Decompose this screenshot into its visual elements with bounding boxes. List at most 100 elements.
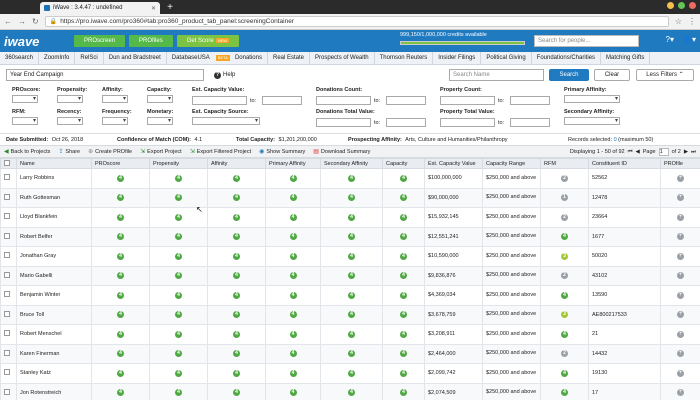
add-profile-icon[interactable]: + [677,330,684,338]
url-field[interactable]: 🔒 https://pro.iwave.com/pro360#tab:pro36… [44,16,669,27]
add-profile-icon[interactable]: + [677,369,684,377]
frequency-select[interactable] [102,117,128,125]
name-cell[interactable]: Bruce Toll [16,304,92,325]
capacity-select[interactable] [147,95,173,103]
page-input[interactable]: 1 [658,148,669,156]
nav-tab-foundations-charities[interactable]: Foundations/Charities [532,51,602,65]
property-total-to-input[interactable] [510,118,550,127]
show-summary-button[interactable]: ◉ Show Summary [259,148,305,156]
download-summary-button[interactable]: ▤ Download Summary [313,148,370,156]
propensity-select[interactable] [57,95,83,103]
affinity-select[interactable] [102,95,128,103]
est-capacity-to-input[interactable] [262,96,302,105]
table-row[interactable]: Jonathan Gray 4 4 4 4 4 4 $10,590,000 $250,000 a… [0,246,700,267]
browser-tab[interactable]: iWave : 3.4.47 : undefined ✕ [40,2,160,14]
nav-tab-360search[interactable]: 360search [0,51,40,65]
donations-count-from-input[interactable] [316,96,371,105]
select-all-checkbox[interactable] [4,159,10,166]
name-cell[interactable]: Ruth Gottesman [16,187,92,208]
col-capacity[interactable]: Capacity [382,158,425,169]
name-cell[interactable]: Jonathan Gray [16,246,92,267]
name-cell[interactable]: Larry Robbins [16,168,92,189]
rfm-select[interactable] [12,117,38,125]
add-profile-icon[interactable]: + [677,272,684,280]
name-cell[interactable]: Stanley Katz [16,363,92,384]
row-checkbox[interactable] [4,174,10,181]
nav-tab-insider-filings[interactable]: Insider Filings [433,51,482,65]
prev-page-icon[interactable]: ◀ [636,149,640,155]
row-checkbox[interactable] [4,291,10,298]
search-button[interactable]: Search [549,69,589,81]
nav-tab-relsci[interactable]: RelSci [75,51,104,65]
add-profile-icon[interactable]: + [677,194,684,202]
row-checkbox[interactable] [4,193,10,200]
donations-count-to-input[interactable] [386,96,426,105]
col-affinity[interactable]: Affinity [207,158,266,169]
export-project-button[interactable]: ⇲ Export Project [140,148,182,156]
table-row[interactable]: Stanley Katz 4 4 4 4 4 4 $2,099,742 $250,000 and… [0,363,700,384]
table-row[interactable]: Jon Rotenstreich 4 4 4 4 4 4 $2,074,509 $250,000… [0,382,700,400]
table-row[interactable]: Bruce Toll 4 4 4 4 4 4 $3,678,759 $250,000 and a… [0,304,700,325]
first-page-icon[interactable]: ⏮ [628,149,633,156]
table-row[interactable]: Mario Gabelli 4 4 4 4 4 4 $9,836,876 $250,000 an… [0,265,700,286]
recency-select[interactable] [57,117,83,125]
table-row[interactable]: Benjamin Winter 4 4 4 4 4 4 $4,369,034 $250,000 … [0,285,700,306]
name-cell[interactable]: Jon Rotenstreich [16,382,92,400]
donations-total-to-input[interactable] [386,118,426,127]
search-name-input[interactable]: Search Name [449,69,544,81]
col-profile[interactable]: PROfile [660,158,700,169]
help-icon[interactable]: ?▾ [666,35,674,44]
col-propensity[interactable]: Propensity [149,158,208,169]
clear-button[interactable]: Clear [594,69,630,81]
user-icon[interactable]: 👤▾ [682,35,696,44]
row-checkbox[interactable] [4,213,10,220]
est-capacity-source-select[interactable] [192,117,260,125]
col-proscore[interactable]: PROscore [91,158,150,169]
donations-total-from-input[interactable] [316,118,371,127]
name-cell[interactable]: Robert Menschel [16,324,92,345]
menu-icon[interactable]: ⋮ [688,17,696,26]
row-checkbox[interactable] [4,310,10,317]
table-row[interactable]: Robert Menschel 4 4 4 4 4 4 $3,208,911 $250,000 … [0,324,700,345]
col-est-capacity-value[interactable]: Est. Capacity Value [424,158,483,169]
reload-icon[interactable]: ↻ [32,17,39,26]
add-profile-icon[interactable]: + [677,174,684,182]
table-row[interactable]: Karen Finerman 4 4 4 4 4 4 $2,464,000 $250,000 a… [0,343,700,364]
col-rfm[interactable]: RFM [540,158,589,169]
nav-tab-thomson-reuters[interactable]: Thomson Reuters [375,51,434,65]
add-profile-icon[interactable]: + [677,213,684,221]
col-secondary-affinity[interactable]: Secondary Affinity [320,158,383,169]
row-checkbox[interactable] [4,252,10,259]
table-row[interactable]: Ruth Gottesman 4 4 4 4 4 4 $90,000,000 $250,000 … [0,187,700,208]
row-checkbox[interactable] [4,271,10,278]
next-page-icon[interactable]: ▶ [684,149,688,155]
col-capacity-range[interactable]: Capacity Range [482,158,541,169]
close-window-icon[interactable] [689,2,696,9]
back-to-projects-button[interactable]: ◀ Back to Projects [4,148,50,156]
table-row[interactable]: Lloyd Blankfein 4 4 4 4 4 4 $15,932,145 $250,000… [0,207,700,228]
nav-tab-prospects-of-wealth[interactable]: Prospects of Wealth [310,51,375,65]
add-profile-icon[interactable]: + [677,311,684,319]
proscore-select[interactable] [12,95,38,103]
table-row[interactable]: Larry Robbins 4 4 4 4 4 4 $100,000,000 $250,000 … [0,168,700,189]
nav-tab-political-giving[interactable]: Political Giving [481,51,532,65]
nav-tab-databaseusa[interactable]: DatabaseUSA [167,52,215,65]
share-button[interactable]: ⇪ Share [58,148,80,156]
last-page-icon[interactable]: ⏭ [691,149,696,156]
table-row[interactable]: Robert Belfer 4 4 4 4 4 4 $12,551,241 $250,000 a… [0,226,700,247]
row-checkbox[interactable] [4,369,10,376]
back-arrow-icon[interactable]: ← [4,17,12,26]
col-primary-affinity[interactable]: Primary Affinity [265,158,321,169]
add-profile-icon[interactable]: + [677,350,684,358]
primary-affinity-select[interactable] [564,95,620,103]
est-capacity-from-input[interactable] [192,96,247,105]
col-constituent-id[interactable]: Constituent ID [588,158,661,169]
proscreen-button[interactable]: PROscreen [74,35,126,47]
minimize-icon[interactable] [667,2,674,9]
new-tab-icon[interactable]: + [164,2,176,14]
row-checkbox[interactable] [4,349,10,356]
property-total-from-input[interactable] [440,118,495,127]
profiles-button[interactable]: PROfiles [129,35,173,47]
add-profile-icon[interactable]: + [677,252,684,260]
get-score-button[interactable]: Get Score NEW [176,35,240,47]
